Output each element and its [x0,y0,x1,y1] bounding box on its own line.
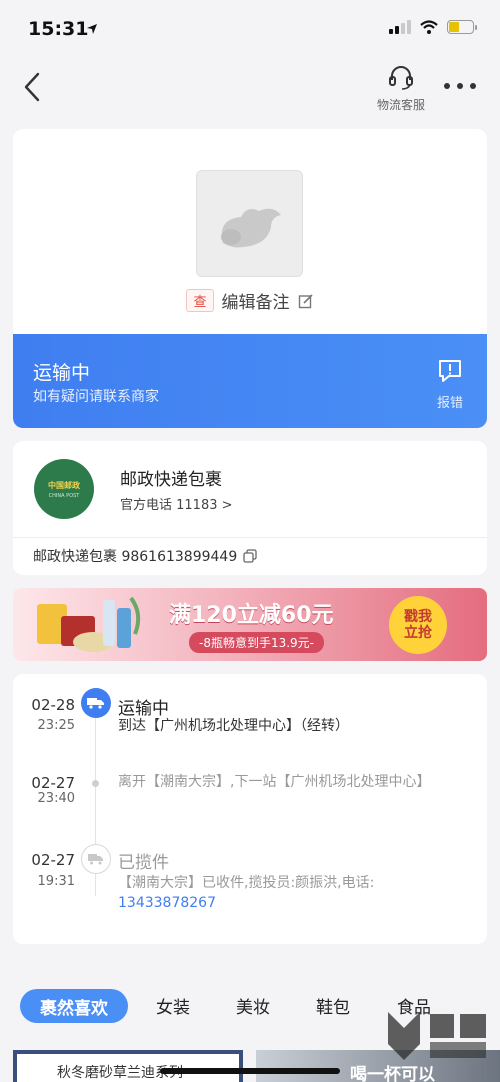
courier-phone-link[interactable]: 13433878267 [118,895,216,911]
logo-text-cn: 中国邮政 [48,480,80,490]
carrier-phone-link[interactable]: 官方电话 11183 > [120,494,233,513]
timeline-text: 到达【广州机场北处理中心】（经转） [118,718,349,734]
divider [13,537,487,538]
tab-recommended[interactable]: 裹然喜欢 [20,989,128,1023]
promo-grab-button[interactable]: 戳我立抢 [389,596,447,654]
package-card: 查 编辑备注 运输中 如有疑问请联系商家 报错 [13,129,487,428]
status-indicators [389,20,477,34]
tab-shoes-bags[interactable]: 鞋包 [316,993,350,1018]
headset-icon [389,66,413,90]
timeline-time: 19:31 [37,874,75,889]
report-error-label: 报错 [436,396,463,411]
edit-note-row[interactable]: 查 编辑备注 [13,288,487,313]
cellular-signal-icon [389,20,411,34]
wifi-icon [420,20,438,34]
timeline-text: 【潮南大宗】已收件,揽投员:颜振洪,电话: [118,875,375,891]
china-post-logo: 中国邮政 CHINA POST [34,459,94,519]
timeline-time: 23:25 [37,718,75,733]
battery-icon [447,20,477,34]
recommend-card-left[interactable]: 秋冬磨砂草兰迪系列 [13,1050,243,1082]
status-time: 15:31 [28,18,89,40]
bird-placeholder-icon [221,208,281,248]
status-bar: 15:31 [0,0,500,56]
edit-icon[interactable] [298,293,314,309]
watermark-logo [388,1012,486,1060]
promo-cta-label: 戳我立抢 [404,609,432,641]
logistics-service-label: 物流客服 [376,98,425,112]
report-icon [439,360,461,382]
truck-icon [81,688,111,718]
timeline-text: 离开【潮南大宗】,下一站【广州机场北处理中心】 [118,774,431,790]
timeline-title: 已揽件 [118,853,169,873]
carrier-name: 邮政快递包裹 [120,470,222,490]
tracking-number-row: 邮政快递包裹 9861613899449 [33,546,257,566]
more-options-button[interactable] [444,74,476,98]
timeline-date: 02-27 [31,774,75,792]
logistics-service-button[interactable]: 物流客服 [372,64,430,113]
edit-note-label[interactable]: 编辑备注 [222,288,290,313]
timeline-dot [92,780,99,787]
timeline-date: 02-27 [31,851,75,869]
tracking-number: 邮政快递包裹 9861613899449 [33,549,238,565]
pickup-icon [81,844,111,874]
timeline-date: 02-28 [31,696,75,714]
timeline-text-block: 【潮南大宗】已收件,揽投员:颜振洪,电话: 13433878267 [118,873,438,913]
tab-womenswear[interactable]: 女装 [156,993,190,1018]
timeline-time: 23:40 [37,791,75,806]
tab-label: 裹然喜欢 [40,998,108,1019]
promo-banner[interactable]: 满120立减60元 -8瓶畅意到手13.9元- 戳我立抢 [13,588,487,661]
product-thumbnail[interactable] [196,170,303,277]
shipping-status-banner: 运输中 如有疑问请联系商家 报错 [13,334,487,428]
logo-text-en: CHINA POST [48,492,80,499]
query-badge[interactable]: 查 [186,289,214,312]
snack-products-image [37,596,141,652]
logistics-timeline: 02-28 23:25 运输中 到达【广州机场北处理中心】（经转） 02-27 … [13,674,487,944]
tab-beauty[interactable]: 美妆 [236,993,270,1018]
back-icon[interactable] [18,70,48,104]
shipping-status-subtitle: 如有疑问请联系商家 [33,389,159,405]
shipping-status-title: 运输中 [33,362,91,384]
promo-title: 满120立减60元 [169,603,334,628]
report-error-button[interactable]: 报错 [433,358,467,411]
copy-icon[interactable] [243,549,257,563]
nav-bar: 物流客服 [0,56,500,120]
location-arrow-icon [87,24,97,34]
home-indicator [160,1068,340,1074]
promo-subtitle: -8瓶畅意到手13.9元- [189,632,325,653]
carrier-card: 中国邮政 CHINA POST 邮政快递包裹 官方电话 11183 > 邮政快递… [13,441,487,575]
